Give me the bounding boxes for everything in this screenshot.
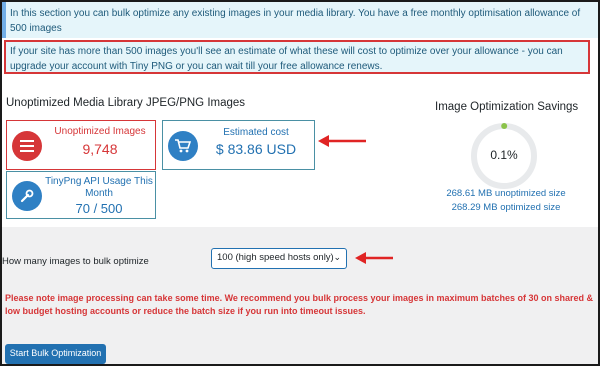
estimated-cost-label: Estimated cost [223,127,289,138]
api-usage-label: TinyPng API Usage This Month [45,176,153,199]
unoptimized-images-label: Unoptimized Images [54,126,146,137]
bulk-count-selected: 100 (high speed hosts only) [217,252,334,263]
chevron-down-icon: ⌄ [333,252,341,262]
bulk-count-select[interactable]: 100 (high speed hosts only) ⌄ [211,248,347,269]
cart-icon [168,131,198,161]
estimate-notice-text: If your site has more than 500 images yo… [10,46,563,72]
estimated-cost-card: Estimated cost $ 83.86 USD [162,120,315,170]
estimated-cost-value: $ 83.86 USD [215,141,297,157]
bulk-count-label: How many images to bulk optimize [2,256,149,267]
info-notice: In this section you can bulk optimize an… [2,2,598,38]
unoptimized-images-value: 9,748 [82,141,118,157]
savings-percent: 0.1% [490,148,518,162]
start-bulk-optimization-button[interactable]: Start Bulk Optimization [5,344,106,364]
info-notice-text: In this section you can bulk optimize an… [10,8,581,34]
annotation-arrow-icon [355,252,393,264]
section-title: Unoptimized Media Library JPEG/PNG Image… [6,97,246,109]
donut-progress-dot [501,123,508,129]
api-usage-card: TinyPng API Usage This Month 70 / 500 [6,171,156,219]
unoptimized-images-card: Unoptimized Images 9,748 [6,120,156,170]
wrench-icon [12,181,42,211]
estimate-notice: If your site has more than 500 images yo… [4,40,590,74]
savings-title: Image Optimization Savings [435,101,579,113]
annotation-arrow-icon [318,135,366,147]
unoptimized-size: 268.61 MB unoptimized size [446,188,566,199]
processing-warning: Please note image processing can take so… [5,293,594,316]
optimized-size: 268.29 MB optimized size [451,202,561,213]
api-usage-value: 70 / 500 [75,201,123,216]
list-icon [12,131,42,161]
